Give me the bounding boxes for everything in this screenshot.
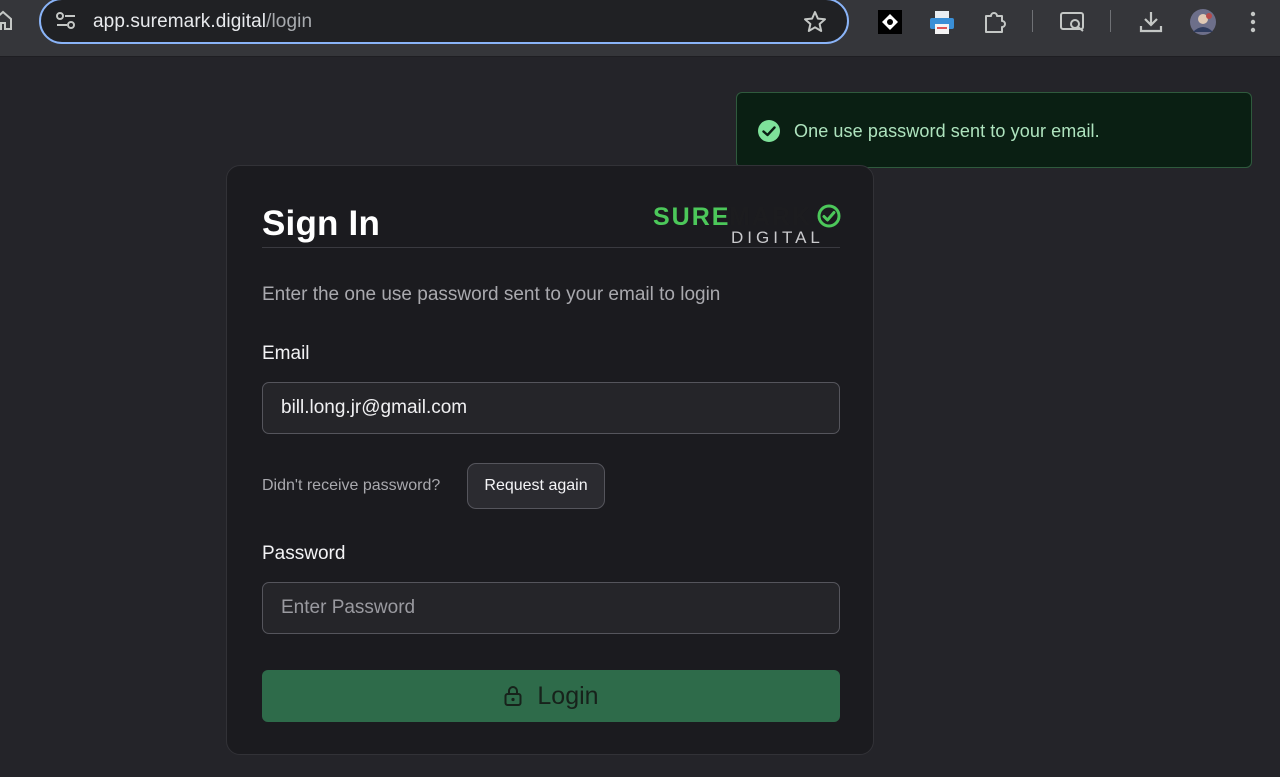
toolbar-divider (1032, 10, 1033, 32)
login-button[interactable]: Login (262, 670, 840, 722)
instructions-text: Enter the one use password sent to your … (262, 284, 721, 305)
success-toast: One use password sent to your email. (736, 92, 1252, 168)
toolbar-divider (1110, 10, 1111, 32)
tab-search-icon[interactable] (1058, 8, 1086, 36)
extension-diamond-icon[interactable] (876, 8, 904, 36)
page-title: Sign In (262, 204, 381, 243)
url-text[interactable]: app.suremark.digital/login (93, 11, 312, 33)
home-icon[interactable] (0, 10, 12, 35)
toast-message: One use password sent to your email. (794, 121, 1100, 141)
printer-extension-icon[interactable] (928, 8, 956, 36)
browser-toolbar: app.suremark.digital/login (0, 0, 1280, 57)
bookmark-star-icon[interactable] (803, 10, 827, 39)
title-divider (262, 247, 840, 248)
request-again-button[interactable]: Request again (467, 463, 605, 509)
site-settings-icon[interactable] (55, 12, 77, 35)
profile-avatar-icon[interactable] (1189, 8, 1217, 36)
address-bar[interactable]: app.suremark.digital/login (39, 0, 849, 44)
password-field[interactable] (262, 582, 840, 634)
check-circle-icon (757, 119, 781, 148)
email-label: Email (262, 343, 310, 364)
resend-prompt: Didn't receive password? (262, 477, 441, 494)
logo-text-digital: DIGITAL (731, 228, 824, 247)
sign-in-card: Sign In SURE MARK DIGITAL Enter the one … (226, 165, 874, 755)
browser-menu-icon[interactable] (1243, 8, 1271, 36)
email-field[interactable] (262, 382, 840, 434)
password-label: Password (262, 543, 346, 564)
logo-text-sure: SURE (653, 203, 731, 231)
extensions-puzzle-icon[interactable] (981, 8, 1009, 36)
suremark-logo: SURE MARK DIGITAL (653, 203, 843, 247)
url-path: /login (266, 11, 313, 32)
downloads-icon[interactable] (1137, 8, 1165, 36)
url-host: app.suremark.digital (93, 11, 267, 32)
login-button-label: Login (537, 681, 599, 710)
lock-icon (503, 685, 523, 707)
